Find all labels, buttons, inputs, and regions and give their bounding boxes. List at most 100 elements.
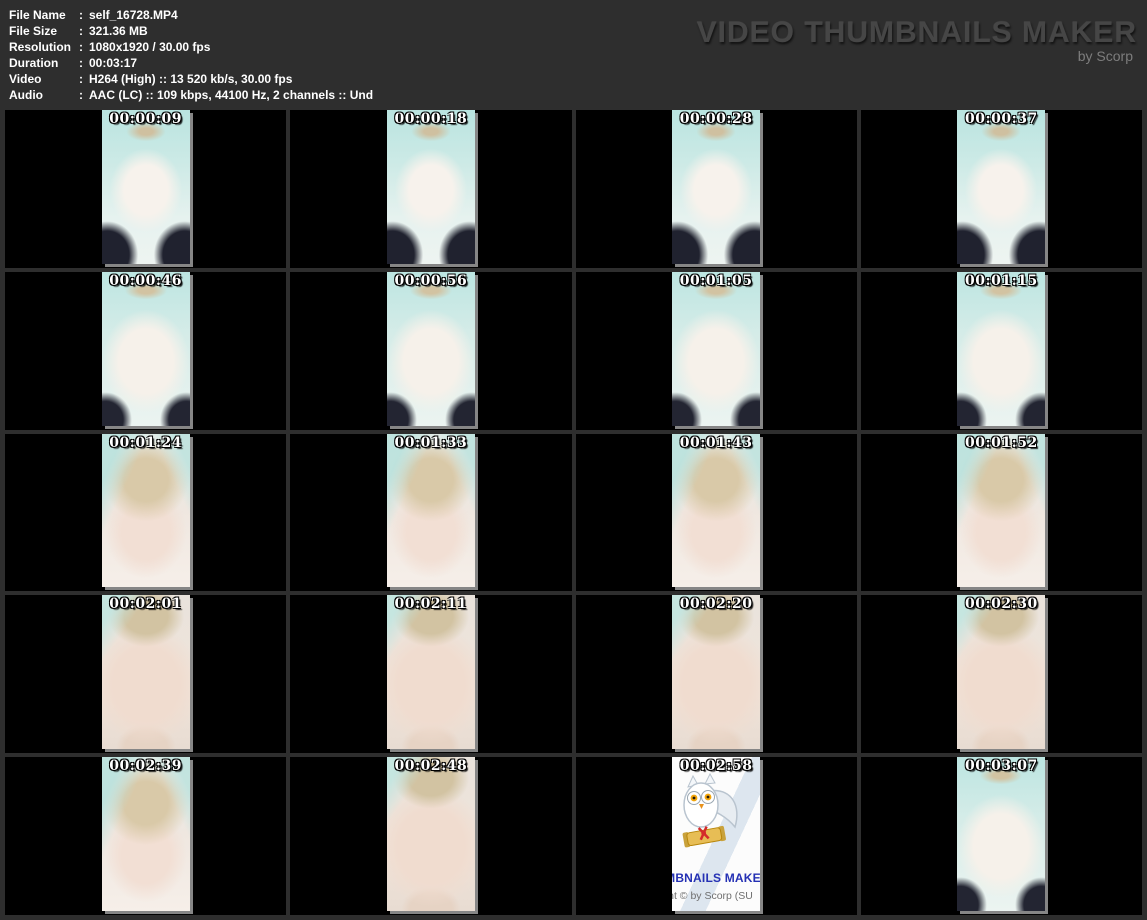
info-label: Duration [9, 55, 79, 71]
owl-with-scroll-icon [673, 769, 747, 853]
info-label: Video [9, 71, 79, 87]
video-frame-thumbnail: 00:01:15 [957, 272, 1045, 426]
video-frame-placeholder [387, 757, 475, 911]
timestamp-label: 00:02:48 [387, 758, 475, 774]
timestamp-label: 00:00:56 [387, 273, 475, 289]
file-info-row: Resolution:1080x1920 / 30.00 fps [9, 39, 373, 55]
info-colon: : [79, 71, 89, 87]
video-frame-thumbnail: 00:00:09 [102, 110, 190, 264]
info-value: 321.36 MB [89, 24, 148, 38]
thumbnail-cell: 00:03:07 [861, 757, 1142, 915]
info-label: Resolution [9, 39, 79, 55]
timestamp-label: 00:02:58 [672, 758, 760, 774]
timestamp-label: 00:01:05 [672, 273, 760, 289]
video-frame-placeholder [957, 272, 1045, 426]
thumbnail-cell: 00:00:18 [290, 110, 571, 268]
file-info-row: Audio:AAC (LC) :: 109 kbps, 44100 Hz, 2 … [9, 87, 373, 103]
info-label: Audio [9, 87, 79, 103]
video-frame-thumbnail: 00:01:52 [957, 434, 1045, 588]
info-colon: : [79, 55, 89, 71]
video-frame-thumbnail: 00:02:48 [387, 757, 475, 911]
info-value: H264 (High) :: 13 520 kb/s, 30.00 fps [89, 72, 292, 86]
timestamp-label: 00:01:15 [957, 273, 1045, 289]
thumbnail-grid: 00:00:09 00:00:18 00:00:28 00:00:37 00:00:46… [0, 107, 1147, 920]
info-colon: : [79, 87, 89, 103]
thumbnail-cell: 00:00:09 [5, 110, 286, 268]
timestamp-label: 00:00:18 [387, 111, 475, 127]
video-frame-thumbnail: 00:01:24 [102, 434, 190, 588]
info-value: 1080x1920 / 30.00 fps [89, 40, 210, 54]
app-title: VIDEO THUMBNAILS MAKER [697, 18, 1137, 48]
file-info-row: Duration:00:03:17 [9, 55, 373, 71]
file-info-row: File Size:321.36 MB [9, 23, 373, 39]
timestamp-label: 00:02:11 [387, 596, 475, 612]
thumbnail-cell: MBNAILS MAKER 8 nt © by Scorp (SU 00:02:58 [576, 757, 857, 915]
video-frame-thumbnail: 00:01:33 [387, 434, 475, 588]
thumbnail-cell: 00:01:33 [290, 434, 571, 592]
video-frame-placeholder [672, 434, 760, 588]
video-frame-placeholder [672, 110, 760, 264]
info-colon: : [79, 7, 89, 23]
timestamp-label: 00:02:30 [957, 596, 1045, 612]
video-frame-placeholder [957, 434, 1045, 588]
video-frame-thumbnail: 00:01:05 [672, 272, 760, 426]
thumbnail-cell: 00:01:43 [576, 434, 857, 592]
video-frame-placeholder [102, 434, 190, 588]
file-info-header: File Name:self_16728.MP4 File Size:321.3… [0, 0, 1147, 107]
video-frame-placeholder [102, 757, 190, 911]
video-frame-thumbnail: 00:02:39 [102, 757, 190, 911]
thumbnail-cell: 00:00:46 [5, 272, 286, 430]
timestamp-label: 00:00:46 [102, 273, 190, 289]
thumbnail-cell: 00:02:39 [5, 757, 286, 915]
video-frame-placeholder [957, 595, 1045, 749]
video-frame-placeholder [387, 434, 475, 588]
timestamp-label: 00:02:39 [102, 758, 190, 774]
timestamp-label: 00:00:37 [957, 111, 1045, 127]
logo-copyright-text: nt © by Scorp (SU [672, 890, 753, 902]
video-frame-placeholder [672, 595, 760, 749]
video-frame-thumbnail: 00:01:43 [672, 434, 760, 588]
video-frame-placeholder [387, 110, 475, 264]
thumbnail-cell: 00:02:48 [290, 757, 571, 915]
video-frame-thumbnail: 00:00:56 [387, 272, 475, 426]
thumbnail-cell: 00:01:24 [5, 434, 286, 592]
video-frame-thumbnail: 00:02:20 [672, 595, 760, 749]
thumbnail-cell: 00:02:30 [861, 595, 1142, 753]
video-frame-placeholder [102, 595, 190, 749]
video-frame-placeholder [102, 110, 190, 264]
video-frame-thumbnail: 00:00:37 [957, 110, 1045, 264]
video-frame-placeholder [672, 272, 760, 426]
file-info-block: File Name:self_16728.MP4 File Size:321.3… [9, 7, 373, 103]
video-frame-placeholder [387, 595, 475, 749]
thumbnail-cell: 00:00:56 [290, 272, 571, 430]
video-frame-placeholder [102, 272, 190, 426]
thumbnail-cell: 00:01:52 [861, 434, 1142, 592]
timestamp-label: 00:00:09 [102, 111, 190, 127]
info-colon: : [79, 23, 89, 39]
logo-thumbnail: MBNAILS MAKER 8 nt © by Scorp (SU 00:02:58 [672, 757, 760, 911]
video-frame-thumbnail: 00:02:30 [957, 595, 1045, 749]
video-frame-thumbnail: 00:03:07 [957, 757, 1045, 911]
app-logo-card: MBNAILS MAKER 8 nt © by Scorp (SU [672, 757, 760, 911]
logo-title-text: MBNAILS MAKER 8 [672, 871, 760, 885]
thumbnail-cell: 00:01:15 [861, 272, 1142, 430]
thumbnail-cell: 00:01:05 [576, 272, 857, 430]
timestamp-label: 00:02:20 [672, 596, 760, 612]
thumbnail-cell: 00:02:11 [290, 595, 571, 753]
info-value: AAC (LC) :: 109 kbps, 44100 Hz, 2 channe… [89, 88, 373, 102]
timestamp-label: 00:01:52 [957, 435, 1045, 451]
video-frame-thumbnail: 00:02:01 [102, 595, 190, 749]
timestamp-label: 00:01:43 [672, 435, 760, 451]
info-value: self_16728.MP4 [89, 8, 178, 22]
thumbnail-cell: 00:02:20 [576, 595, 857, 753]
info-label: File Size [9, 23, 79, 39]
info-colon: : [79, 39, 89, 55]
app-brand: VIDEO THUMBNAILS MAKER by Scorp [697, 18, 1137, 64]
video-frame-thumbnail: 00:00:28 [672, 110, 760, 264]
info-value: 00:03:17 [89, 56, 137, 70]
video-frame-placeholder [957, 110, 1045, 264]
video-frame-placeholder [957, 757, 1045, 911]
timestamp-label: 00:01:33 [387, 435, 475, 451]
app-subtitle: by Scorp [697, 48, 1133, 64]
thumbnail-cell: 00:02:01 [5, 595, 286, 753]
